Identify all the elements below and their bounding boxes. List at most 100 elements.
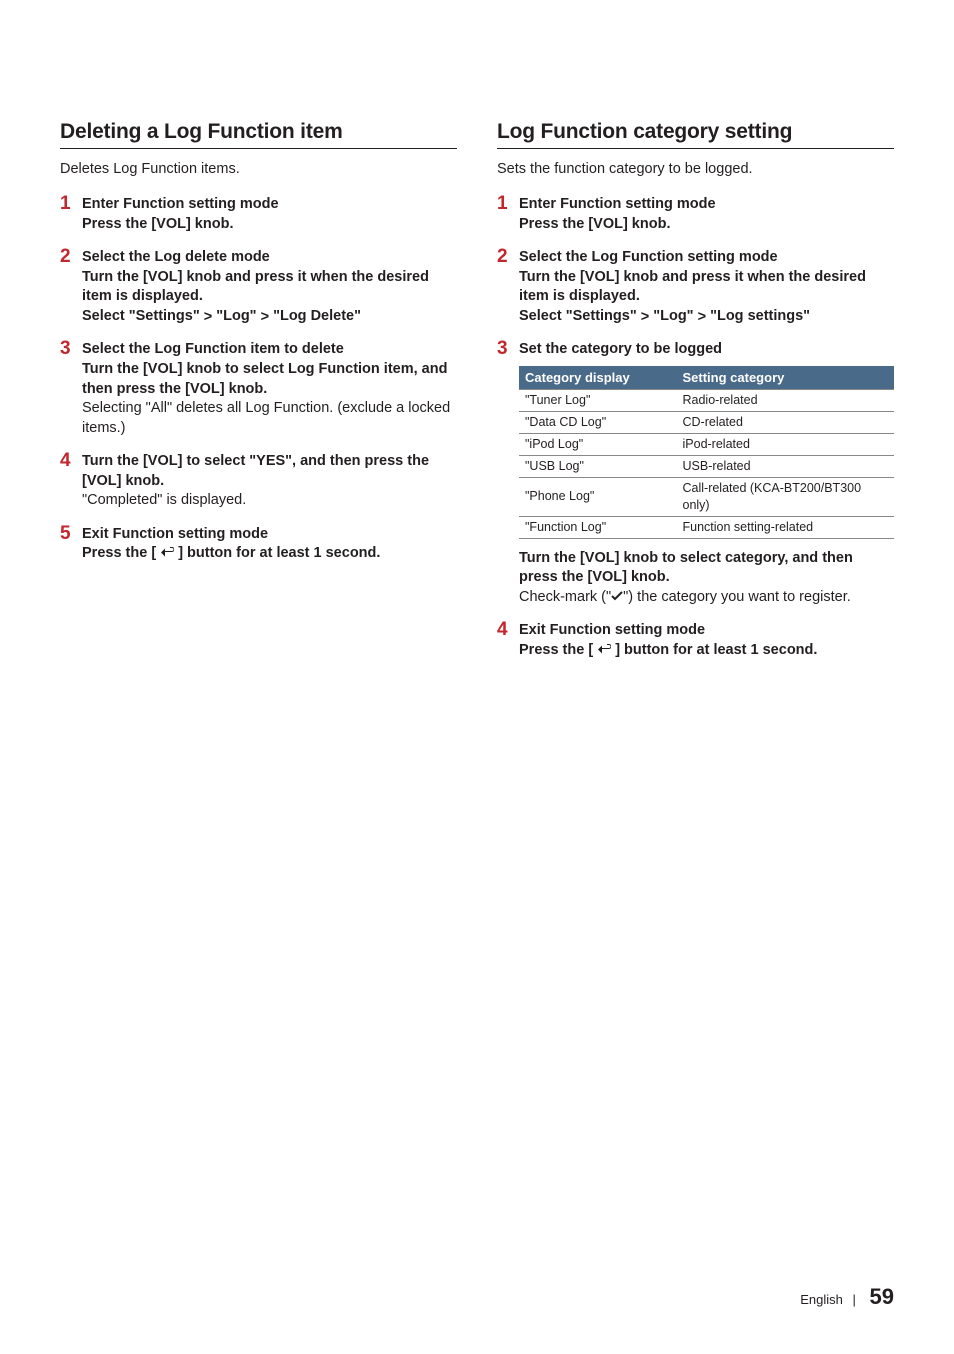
left-column: Deleting a Log Function item Deletes Log… [60, 120, 457, 674]
step: 5 Exit Function setting mode Press the [… [60, 525, 457, 564]
page-content: Deleting a Log Function item Deletes Log… [0, 0, 954, 714]
step-number: 5 [60, 524, 82, 564]
step-title: Select the Log Function setting mode [519, 248, 894, 268]
table-cell: "iPod Log" [519, 434, 677, 456]
path-part: "Log Delete" [269, 308, 361, 324]
step-body: Enter Function setting mode Press the [V… [519, 195, 894, 234]
table-cell: "USB Log" [519, 456, 677, 478]
check-icon [611, 588, 623, 598]
step-instruction: Turn the [VOL] to select "YES", and then… [82, 452, 457, 491]
chevron-right-icon: > [698, 309, 706, 325]
return-icon [597, 642, 611, 653]
text-part: ] button for at least 1 second. [174, 545, 380, 561]
chevron-right-icon: > [204, 309, 212, 325]
step-number: 3 [497, 339, 519, 607]
text-part: ] button for at least 1 second. [611, 642, 817, 658]
step-number: 3 [60, 339, 82, 438]
table-row: "Data CD Log"CD-related [519, 412, 894, 434]
step: 4 Turn the [VOL] to select "YES", and th… [60, 452, 457, 511]
step-title: Select the Log Function item to delete [82, 340, 457, 360]
section-title: Log Function category setting [497, 120, 894, 149]
step-note: Check-mark (" ") the category you want to… [519, 588, 894, 608]
step-number: 2 [497, 247, 519, 326]
text-part: Press the [ [519, 642, 597, 658]
table-cell: Radio-related [677, 390, 895, 412]
step: 2 Select the Log Function setting mode T… [497, 248, 894, 326]
step: 4 Exit Function setting mode Press the [… [497, 621, 894, 660]
table-cell: CD-related [677, 412, 895, 434]
path-part: "Log" [649, 308, 697, 324]
path-part: "Log settings" [706, 308, 810, 324]
page-number: 59 [870, 1284, 894, 1309]
step-body: Exit Function setting mode Press the [ ]… [82, 525, 457, 564]
step-body: Exit Function setting mode Press the [ ]… [519, 621, 894, 660]
step-number: 4 [497, 620, 519, 660]
intro-text: Deletes Log Function items. [60, 161, 457, 177]
path-part: Select "Settings" [82, 308, 204, 324]
step-instruction: Turn the [VOL] knob to select category, … [519, 549, 894, 588]
table-row: "Phone Log"Call-related (KCA-BT200/BT300… [519, 477, 894, 516]
table-cell: "Function Log" [519, 516, 677, 538]
right-column: Log Function category setting Sets the f… [497, 120, 894, 674]
text-part: Check-mark (" [519, 589, 611, 605]
table-cell: "Tuner Log" [519, 390, 677, 412]
chevron-right-icon: > [641, 309, 649, 325]
step-body: Select the Log delete mode Turn the [VOL… [82, 248, 457, 326]
step-body: Set the category to be logged Category d… [519, 340, 894, 607]
step-title: Enter Function setting mode [82, 195, 457, 215]
step: 2 Select the Log delete mode Turn the [V… [60, 248, 457, 326]
path-part: Select "Settings" [519, 308, 641, 324]
step-title: Exit Function setting mode [519, 621, 894, 641]
step-instruction: Turn the [VOL] knob to select Log Functi… [82, 360, 457, 399]
step-body: Select the Log Function setting mode Tur… [519, 248, 894, 326]
chevron-right-icon: > [261, 309, 269, 325]
step: 3 Set the category to be logged Category… [497, 340, 894, 607]
step: 1 Enter Function setting mode Press the … [60, 195, 457, 234]
table-row: "USB Log"USB-related [519, 456, 894, 478]
step: 3 Select the Log Function item to delete… [60, 340, 457, 438]
step-number: 1 [497, 194, 519, 234]
step-path: Select "Settings" > "Log" > "Log Delete" [82, 307, 457, 327]
step-note: Selecting "All" deletes all Log Function… [82, 399, 457, 438]
table-row: "iPod Log"iPod-related [519, 434, 894, 456]
table-cell: Call-related (KCA-BT200/BT300 only) [677, 477, 895, 516]
return-icon [160, 545, 174, 556]
table-header-row: Category display Setting category [519, 366, 894, 390]
step-body: Enter Function setting mode Press the [V… [82, 195, 457, 234]
section-title: Deleting a Log Function item [60, 120, 457, 149]
page-footer: English | 59 [800, 1284, 894, 1310]
step-instruction: Turn the [VOL] knob and press it when th… [82, 268, 457, 307]
intro-text: Sets the function category to be logged. [497, 161, 894, 177]
step-note: "Completed" is displayed. [82, 491, 457, 511]
table-row: "Tuner Log"Radio-related [519, 390, 894, 412]
table-cell: iPod-related [677, 434, 895, 456]
step-number: 1 [60, 194, 82, 234]
step-path: Select "Settings" > "Log" > "Log setting… [519, 307, 894, 327]
table-row: "Function Log"Function setting-related [519, 516, 894, 538]
language-label: English [800, 1292, 843, 1307]
step-title: Exit Function setting mode [82, 525, 457, 545]
table-header: Setting category [677, 366, 895, 390]
step-number: 2 [60, 247, 82, 326]
text-part: ") the category you want to register. [623, 589, 851, 605]
step-instruction: Press the [ ] button for at least 1 seco… [82, 544, 457, 564]
table-cell: USB-related [677, 456, 895, 478]
text-part: Press the [ [82, 545, 160, 561]
table-cell: "Phone Log" [519, 477, 677, 516]
step-instruction: Turn the [VOL] knob and press it when th… [519, 268, 894, 307]
table-cell: "Data CD Log" [519, 412, 677, 434]
separator: | [853, 1292, 856, 1307]
table-cell: Function setting-related [677, 516, 895, 538]
step-title: Select the Log delete mode [82, 248, 457, 268]
step-body: Select the Log Function item to delete T… [82, 340, 457, 438]
step-instruction: Press the [VOL] knob. [82, 215, 457, 235]
step-instruction: Press the [VOL] knob. [519, 215, 894, 235]
step-title: Enter Function setting mode [519, 195, 894, 215]
step: 1 Enter Function setting mode Press the … [497, 195, 894, 234]
category-table: Category display Setting category "Tuner… [519, 366, 894, 539]
step-body: Turn the [VOL] to select "YES", and then… [82, 452, 457, 511]
step-instruction: Press the [ ] button for at least 1 seco… [519, 641, 894, 661]
table-header: Category display [519, 366, 677, 390]
step-title: Set the category to be logged [519, 340, 894, 360]
path-part: "Log" [212, 308, 260, 324]
